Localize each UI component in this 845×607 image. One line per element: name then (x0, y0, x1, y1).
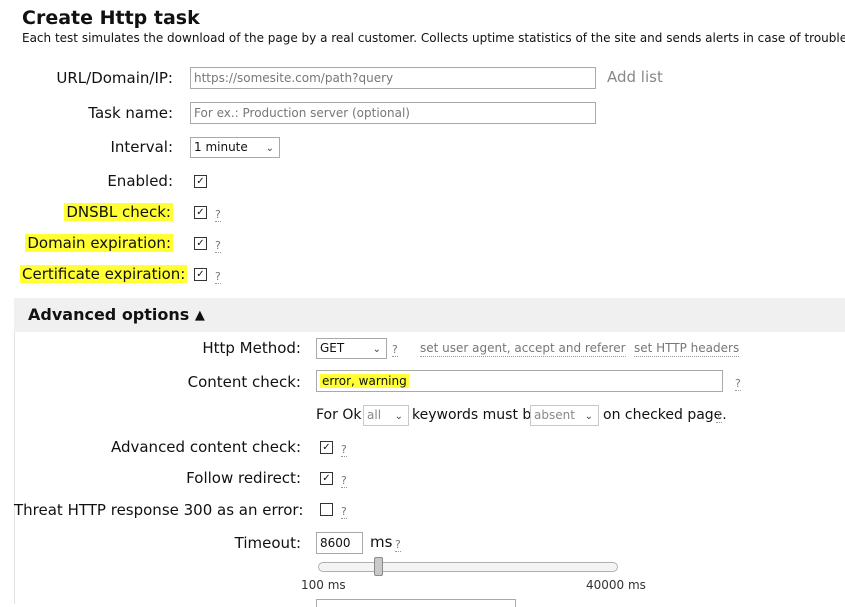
timeout-input[interactable]: 8600 (316, 532, 363, 554)
for-ok-scope-select[interactable]: all ⌄ (363, 405, 409, 426)
http-method-value: GET (320, 341, 345, 355)
dnsbl-checkbox[interactable]: ✓ (194, 206, 207, 219)
domain-expiration-label-text: Domain expiration: (25, 234, 173, 252)
threat-300-help-icon[interactable]: ? (341, 505, 347, 519)
http-method-label: Http Method: (202, 339, 301, 357)
set-user-agent-link[interactable]: set user agent, accept and referer (420, 341, 626, 357)
chevron-down-icon: ⌄ (265, 143, 274, 154)
content-check-help-icon[interactable]: ? (735, 377, 741, 391)
advanced-content-check-checkbox[interactable]: ✓ (320, 441, 333, 454)
dnsbl-help-icon[interactable]: ? (215, 208, 221, 222)
domain-expiration-checkbox[interactable]: ✓ (194, 237, 207, 250)
advanced-options-toggle[interactable]: Advanced options ▲ (28, 305, 205, 324)
http-method-select[interactable]: GET ⌄ (316, 338, 387, 359)
next-field-input[interactable] (316, 599, 516, 607)
dnsbl-label: DNSBL check: (20, 202, 173, 222)
interval-label: Interval: (110, 138, 174, 156)
domain-expiration-help-icon[interactable]: ? (215, 239, 221, 253)
keywords-must-be-text: keywords must be (412, 407, 540, 423)
for-ok-help-icon[interactable]: ? (716, 409, 722, 423)
http-method-help-icon[interactable]: ? (392, 343, 398, 357)
page-subtitle: Each test simulates the download of the … (22, 31, 845, 45)
follow-redirect-label: Follow redirect: (186, 469, 301, 487)
dnsbl-label-text: DNSBL check: (64, 203, 173, 221)
enabled-label: Enabled: (107, 172, 173, 190)
chevron-down-icon: ⌄ (394, 411, 403, 422)
timeout-help-icon[interactable]: ? (395, 538, 401, 552)
url-label: URL/Domain/IP: (56, 69, 173, 87)
slider-max-label: 40000 ms (586, 578, 646, 592)
certificate-expiration-help-icon[interactable]: ? (215, 270, 221, 284)
keywords-mode-value: absent (534, 408, 575, 422)
keywords-mode-select[interactable]: absent ⌄ (530, 405, 599, 426)
domain-expiration-label: Domain expiration: (20, 233, 173, 253)
advanced-options-title: Advanced options (28, 305, 190, 324)
set-http-headers-link[interactable]: set HTTP headers (634, 341, 740, 357)
threat-300-checkbox[interactable] (320, 503, 333, 516)
advanced-content-check-label: Advanced content check: (110, 438, 301, 456)
certificate-expiration-label: Certificate expiration: (20, 264, 188, 284)
content-check-label: Content check: (187, 373, 301, 391)
timeout-slider-handle[interactable] (374, 557, 383, 576)
threat-300-label: Threat HTTP response 300 as an error: (14, 501, 304, 519)
timeout-label: Timeout: (234, 534, 301, 552)
interval-value: 1 minute (194, 140, 248, 154)
follow-redirect-checkbox[interactable]: ✓ (320, 472, 333, 485)
on-checked-page-text: on checked page. (603, 407, 727, 423)
page-title: Create Http task (22, 7, 200, 29)
task-name-label: Task name: (88, 104, 173, 122)
url-input[interactable]: https://somesite.com/path?query (190, 67, 596, 89)
chevron-up-icon: ▲ (194, 308, 205, 323)
advanced-content-check-help-icon[interactable]: ? (341, 443, 347, 457)
task-name-input[interactable]: For ex.: Production server (optional) (190, 102, 596, 124)
certificate-expiration-checkbox[interactable]: ✓ (194, 268, 207, 281)
enabled-checkbox[interactable]: ✓ (194, 175, 207, 188)
chevron-down-icon: ⌄ (372, 344, 381, 355)
for-ok-scope-value: all (367, 408, 382, 422)
timeout-slider-track[interactable] (318, 562, 618, 572)
chevron-down-icon: ⌄ (584, 411, 593, 422)
add-list-link[interactable]: Add list (607, 68, 663, 86)
slider-min-label: 100 ms (301, 578, 346, 592)
content-check-value: error, warning (320, 374, 409, 388)
for-ok-text: For Ok (316, 407, 362, 423)
content-check-input[interactable]: error, warning (316, 370, 723, 392)
interval-select[interactable]: 1 minute ⌄ (190, 137, 280, 158)
timeout-unit: ms (370, 533, 393, 551)
certificate-expiration-label-text: Certificate expiration: (20, 265, 188, 283)
follow-redirect-help-icon[interactable]: ? (341, 474, 347, 488)
